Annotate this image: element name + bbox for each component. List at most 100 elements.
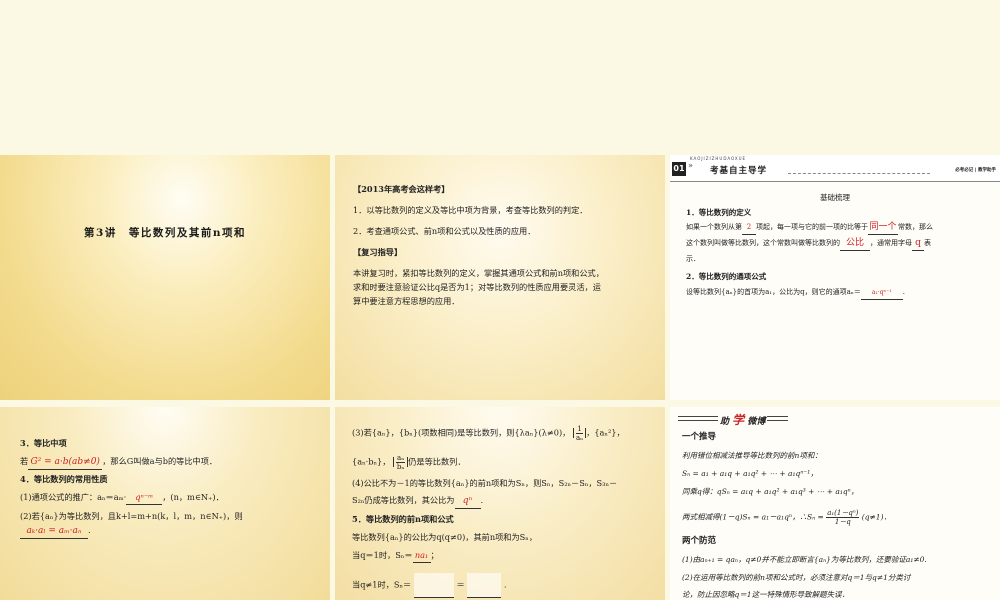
formula-line: 设等比数列{aₙ}的首项为a₁，公比为q，则它的通项aₙ＝ a₁·qⁿ⁻¹. [686,286,905,300]
lecture-title: 第3讲 等比数列及其前n项和 [84,227,246,239]
exam-heading: 【2013年高考会这样考】 [353,184,450,194]
slide-header: 01 KAOJIZIZHUDAOXUE » 考基自主导学 必考必记 | 教学助手 [670,155,1000,182]
prop-4-fill: qⁿ [454,495,481,509]
slide-title: 第3讲 等比数列及其前n项和 [0,155,330,400]
derive-line-2: Sₙ = a₁ + a₁q + a₁q² + ⋯ + a₁qⁿ⁻¹， [682,469,818,478]
prop-3-frac-1: 1 aₙ [575,425,584,442]
prop-2-result: aₖ·aₗ = aₘ·aₙ. [20,524,91,539]
prop-1-fill: qⁿ⁻ᵐ [126,491,163,505]
formula-heading: 2．等比数列的通项公式 [686,272,767,281]
banner-em: 学 [732,413,745,427]
double-arrow-icon: » [688,161,693,170]
derive-heading: 一个推导 [682,432,717,442]
prop-3-abs-1: 1 aₙ [572,425,587,442]
derive-line-4-a: 两式相减得(1－q)Sₙ = a₁－a₁qⁿ，∴Sₙ = [682,512,824,522]
slide-properties: 3．等比中项 若 G² = a·b(ab≠0) ，那么G叫做a与b的等比中项． 4．… [0,407,330,600]
derive-line-4: 两式相减得(1－q)Sₙ = a₁－a₁qⁿ，∴Sₙ = a₁(1－qⁿ) 1－q… [682,509,891,526]
header-title: 考基自主导学 [710,166,768,176]
derive-line-4-b: (q≠1)． [861,512,892,522]
prop-4-b: S₂ₙ仍成等比数列，其公比为 [352,495,455,505]
def-line-2: 这个数列叫做等比数列，这个常数叫做等比数列的 公比 ，通常用字母 q 表 [686,237,931,251]
sum-heading: 5．等比数列的前n项和公式 [352,514,454,524]
def-line-1-a: 如果一个数列从第 [686,223,742,231]
sum-blank-2 [467,573,502,598]
header-number: 01 [672,162,686,176]
prop-2-fill: aₖ·aₗ = aₘ·aₙ [20,525,88,539]
prop-4-c: . [480,495,484,505]
def-fill-4: q [912,237,924,251]
header-divider [788,173,930,174]
review-line-2: 求和时要注意验证公比q是否为1；对等比数列的性质应用要灵活，运 [353,282,601,292]
formula-fill: a₁·qⁿ⁻¹ [860,286,903,300]
derive-frac-den: 1－q [834,518,851,526]
header-right-label: 必考必记 | 教学助手 [955,168,996,173]
def-line-1: 如果一个数列从第 2 项起，每一项与它的前一项的比等于同一个 常数，那么 [686,221,933,235]
mid-fill: G² = a·b(ab≠0) [28,456,103,470]
prop-3-a: (3)若{aₙ}，{bₙ}(项数相同)是等比数列，则{λaₙ}(λ≠0)， [352,427,571,438]
def-line-3: 示． [686,255,700,263]
prop-1-b: ，(n，m∈N₊)． [162,492,224,502]
prop-2: (2)若{aₙ}为等比数列，且k+l=m+n(k，l，m，n∈N₊)，则 [20,511,243,521]
header-pinyin: KAOJIZIZHUDAOXUE [690,156,747,161]
sum-line-2: 当q＝1时，Sₙ＝ na₁； [352,549,439,563]
slide-properties-cont: (3)若{aₙ}，{bₙ}(项数相同)是等比数列，则{λaₙ}(λ≠0)， 1a… [335,407,665,600]
review-heading: 【复习指导】 [353,247,403,257]
sum-blank-1 [413,573,454,598]
prop-3-line-2: {aₙ·bₙ}， aₙ bₙ 仍是等比数列． [352,454,466,471]
pitfall-3: 论，防止因忽略q＝1这一特殊情形导致解题失误． [682,590,850,599]
def-line-2-b: ，通常用字母 [870,239,912,247]
sum-line-3-a: 当q≠1时，Sₙ＝ [352,579,412,590]
review-line-1: 本讲复习时，紧扣等比数列的定义，掌握其通项公式和前n项和公式， [353,268,604,278]
prop-3-frac-2-num: aₙ [396,454,406,463]
prop-3-frac-1-den: aₙ [575,434,584,442]
pitfall-2: (2)在运用等比数列的前n项和公式时，必须注意对q＝1与q≠1分类讨 [682,573,911,582]
def-line-1-b: 项起，每一项与它的前一项的比等于 [756,223,868,231]
prop-4-line-2: S₂ₙ仍成等比数列，其公比为 qⁿ. [352,494,483,509]
slide-basics: 01 KAOJIZIZHUDAOXUE » 考基自主导学 必考必记 | 教学助手… [670,155,1000,400]
def-line-2-a: 这个数列叫做等比数列，这个常数叫做等比数列的 [686,239,840,247]
sum-line-1: 等比数列{aₙ}的公比为q(q≠0)，其前n项和为Sₙ， [352,532,538,542]
prop-3-frac-2-den: bₙ [396,463,405,471]
prop-3-frac-2: aₙ bₙ [396,454,406,471]
def-line-2-c: 表 [924,239,931,247]
slide-help-notes: 助 学 微博 一个推导 利用错位相减法推导等比数列的前n项和： Sₙ = a₁ … [670,407,1000,600]
derive-frac-num: a₁(1－qⁿ) [826,509,860,518]
prop-3-abs-2: aₙ bₙ [393,454,409,471]
slide-exam-overview: 【2013年高考会这样考】 1．以等比数列的定义及等比中项为背景，考查等比数列的… [335,155,665,400]
section-title: 基础梳理 [820,193,850,202]
mid-line-b: ，那么G叫做a与b的等比中项． [102,456,218,466]
prop-1-a: (1)通项公式的推广：aₙ＝aₘ· [20,492,127,502]
pitfall-1: (1)由aₙ₊₁ = qaₙ，q≠0并不能立即断言{aₙ}为等比数列，还要验证a… [682,555,927,564]
prop-heading: 4．等比数列的常用性质 [20,474,108,484]
help-banner: 助 学 微博 [678,411,788,428]
def-fill-2: 同一个 [868,221,898,235]
banner-text: 助 学 微博 [718,411,768,428]
sum-line-2-b: ； [430,550,439,560]
mid-heading: 3．等比中项 [20,438,67,448]
sum-line-3-eq: ＝ [456,579,465,590]
pitfall-heading: 两个防范 [682,536,717,546]
sum-line-2-a: 当q＝1时，Sₙ＝ [352,550,413,560]
review-line-3: 算中要注意方程思想的应用． [353,296,460,306]
exam-item-2: 2．考查通项公式、前n项和公式以及性质的应用． [353,226,536,236]
prop-3-b: ，{aₙ²}， [586,427,625,438]
prop-4-line-1: (4)公比不为－1的等比数列{aₙ}的前n项和为Sₙ，则Sₙ，S₂ₙ－Sₙ，S₃… [352,478,618,488]
sum-line-3-end: . [503,579,507,590]
prop-3-c: {aₙ·bₙ}， [352,456,391,467]
formula-line-a: 设等比数列{aₙ}的首项为a₁，公比为q，则它的通项aₙ＝ [686,288,861,296]
formula-line-b: . [902,288,906,296]
sum-line-3: 当q≠1时，Sₙ＝ ＝ . [352,573,506,598]
derive-frac: a₁(1－qⁿ) 1－q [826,509,860,526]
derive-line-3: 同乘q得：qSₙ = a₁q + a₁q² + a₁q³ + ⋯ + a₁qⁿ， [682,487,859,496]
def-line-1-c: 常数，那么 [898,223,933,231]
prop-1: (1)通项公式的推广：aₙ＝aₘ· qⁿ⁻ᵐ ，(n，m∈N₊)． [20,491,224,505]
derive-line-1: 利用错位相减法推导等比数列的前n项和： [682,451,822,460]
def-heading: 1．等比数列的定义 [686,208,752,217]
banner-right: 微博 [747,417,766,427]
banner-left: 助 [720,417,730,427]
prop-2-b: . [88,525,91,535]
prop-3-d: 仍是等比数列． [408,456,466,467]
mid-line: 若 G² = a·b(ab≠0) ，那么G叫做a与b的等比中项． [20,455,217,470]
def-fill-1: 2 [742,221,756,235]
def-fill-3: 公比 [840,237,870,251]
